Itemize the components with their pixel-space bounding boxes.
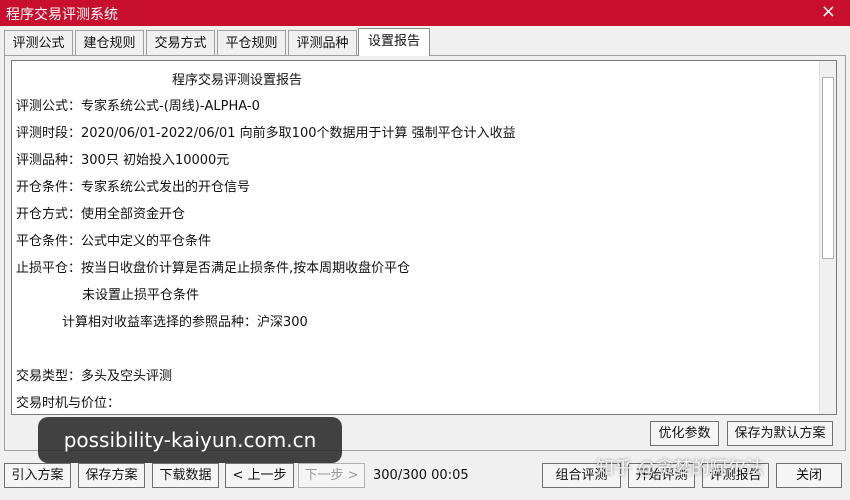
report-line-benchmark: 计算相对收益率选择的参照品种：沪深300 <box>62 315 308 330</box>
evaluation-report-button[interactable]: 评测报告 <box>702 463 769 488</box>
progress-status: 300/300 00:05 <box>373 468 469 483</box>
report-line-instruments: 评测品种：300只 初始投入10000元 <box>16 153 230 168</box>
tab-settings-report[interactable]: 设置报告 <box>358 28 430 56</box>
optimize-params-button[interactable]: 优化参数 <box>650 421 719 446</box>
report-line-period: 评测时段：2020/06/01-2022/06/01 向前多取100个数据用于计… <box>16 126 516 141</box>
import-scheme-button[interactable]: 引入方案 <box>4 463 71 488</box>
download-data-button[interactable]: 下载数据 <box>152 463 219 488</box>
progress-count: 300/300 <box>373 468 428 483</box>
close-icon[interactable]: × <box>821 2 836 22</box>
prev-step-button[interactable]: < 上一步 <box>225 463 294 488</box>
settings-report-panel: 程序交易评测设置报告 评测公式：专家系统公式-(周线)-ALPHA-0 评测时段… <box>4 55 846 451</box>
url-overlay: possibility-kaiyun.com.cn <box>38 417 342 463</box>
report-scrollbar[interactable] <box>819 61 836 414</box>
tab-close-rules[interactable]: 平仓规则 <box>217 30 286 55</box>
report-line-stop-loss: 止损平仓：按当日收盘价计算是否满足止损条件,按本周期收盘价平仓 <box>16 261 411 276</box>
report-line-timing: 交易时机与价位： <box>16 396 121 411</box>
tab-instruments[interactable]: 评测品种 <box>288 30 357 55</box>
close-button[interactable]: 关闭 <box>776 463 842 488</box>
report-line-trade-type: 交易类型：多头及空头评测 <box>16 369 173 384</box>
report-line-formula: 评测公式：专家系统公式-(周线)-ALPHA-0 <box>16 99 260 114</box>
save-default-button[interactable]: 保存为默认方案 <box>727 421 833 446</box>
scrollbar-thumb[interactable] <box>822 77 834 259</box>
report-line-no-stop-loss: 未设置止损平仓条件 <box>82 288 200 303</box>
elapsed-time: 00:05 <box>431 468 469 483</box>
tab-open-rules[interactable]: 建仓规则 <box>75 30 144 55</box>
next-step-button[interactable]: 下一步 > <box>298 463 365 488</box>
report-line-close-condition: 平仓条件：公式中定义的平仓条件 <box>16 234 212 249</box>
combo-evaluation-button[interactable]: 组合评测 <box>542 463 621 488</box>
tab-formula[interactable]: 评测公式 <box>4 30 73 55</box>
window-titlebar: 程序交易评测系统 × <box>0 0 850 26</box>
tab-trade-method[interactable]: 交易方式 <box>146 30 215 55</box>
report-title: 程序交易评测设置报告 <box>172 73 303 88</box>
start-evaluation-button[interactable]: 开始评测 <box>628 463 695 488</box>
report-line-open-condition: 开仓条件：专家系统公式发出的开仓信号 <box>16 180 251 195</box>
report-textarea[interactable]: 程序交易评测设置报告 评测公式：专家系统公式-(周线)-ALPHA-0 评测时段… <box>11 60 837 415</box>
window-title: 程序交易评测系统 <box>6 7 118 23</box>
report-line-open-method: 开仓方式：使用全部资金开仓 <box>16 207 186 222</box>
save-scheme-button[interactable]: 保存方案 <box>78 463 145 488</box>
